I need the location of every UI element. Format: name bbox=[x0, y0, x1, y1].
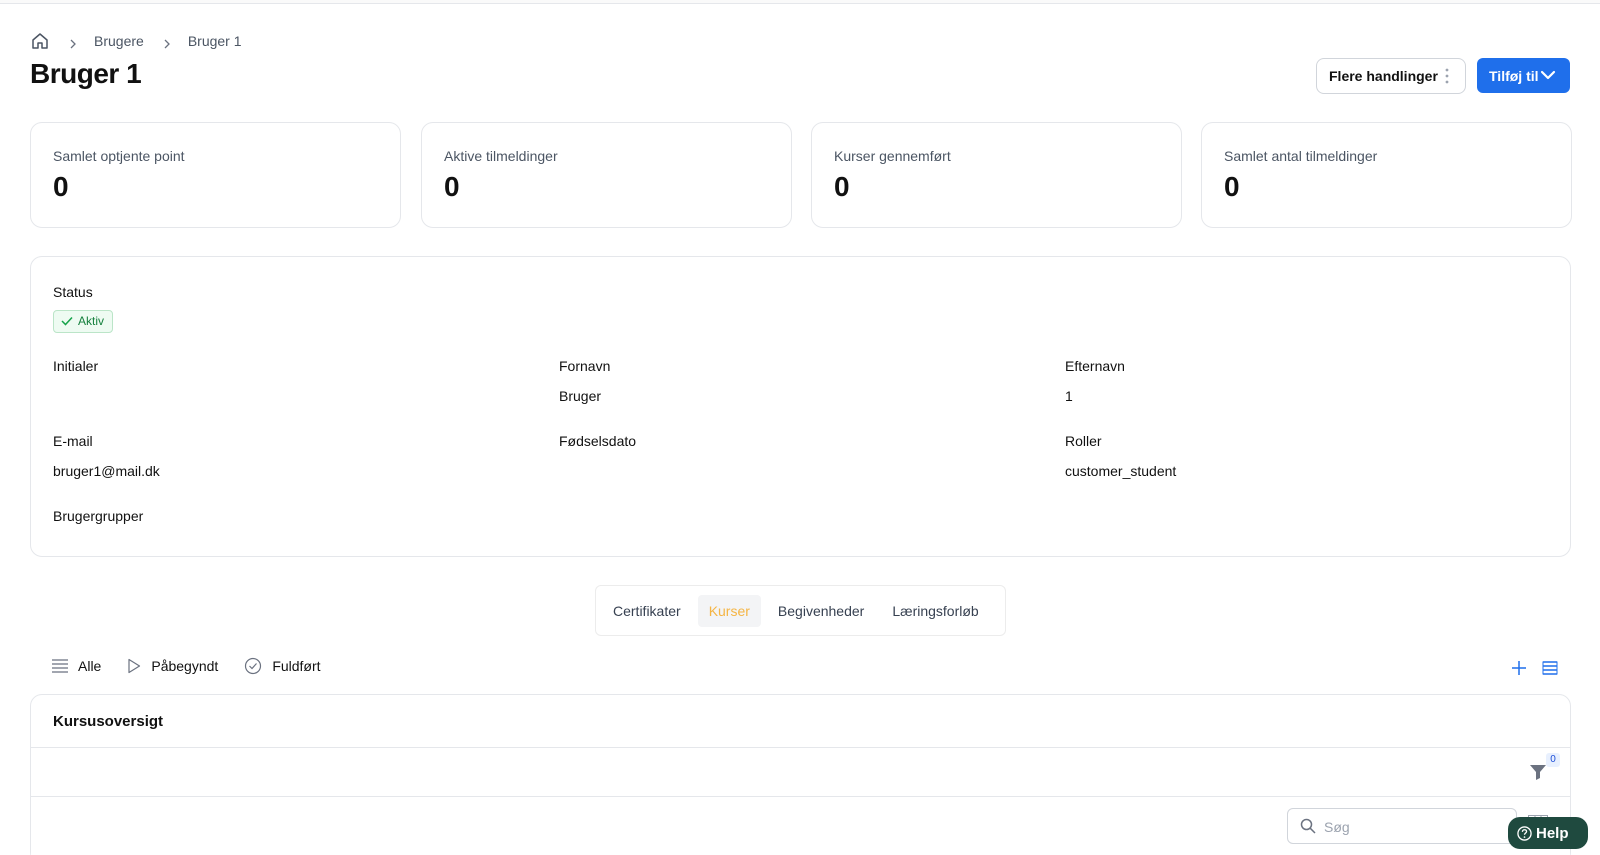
search-field[interactable] bbox=[1287, 808, 1517, 844]
help-label: Help bbox=[1536, 824, 1569, 842]
play-icon bbox=[128, 658, 141, 674]
stat-card-courses-completed: Kurser gennemført 0 bbox=[811, 122, 1182, 228]
roles-value: customer_student bbox=[1065, 463, 1177, 479]
filter-completed[interactable]: Fuldført bbox=[244, 657, 321, 675]
chevron-down-icon bbox=[1540, 70, 1556, 80]
stat-card-total-points: Samlet optjente point 0 bbox=[30, 122, 401, 228]
more-vertical-icon bbox=[1445, 68, 1449, 84]
email-label: E-mail bbox=[53, 433, 93, 449]
chevron-right-icon bbox=[162, 36, 172, 49]
tab-bar: Certifikater Kurser Begivenheder Lærings… bbox=[595, 585, 1006, 636]
stat-value: 0 bbox=[53, 171, 69, 202]
stat-value: 0 bbox=[444, 171, 460, 202]
search-toolbar bbox=[31, 796, 1570, 855]
tab-learning-paths[interactable]: Læringsforløb bbox=[881, 595, 989, 627]
breadcrumb: Brugere Bruger 1 bbox=[30, 31, 242, 51]
add-to-button[interactable]: Tilføj til bbox=[1477, 58, 1570, 93]
more-actions-label: Flere handlinger bbox=[1329, 68, 1438, 84]
table-view-icon[interactable] bbox=[1542, 660, 1558, 676]
stat-label: Kurser gennemført bbox=[834, 148, 951, 164]
user-details-card: Status Aktiv Initialer Fornavn Bruger Ef… bbox=[30, 256, 1571, 557]
birthdate-label: Fødselsdato bbox=[559, 433, 637, 449]
top-border bbox=[0, 0, 1600, 4]
stat-label: Samlet antal tilmeldinger bbox=[1224, 148, 1378, 164]
initials-label: Initialer bbox=[53, 358, 99, 374]
filter-started[interactable]: Påbegyndt bbox=[127, 658, 218, 674]
filter-all-label: Alle bbox=[78, 658, 102, 674]
roles-label: Roller bbox=[1065, 433, 1102, 449]
lastname-label: Efternavn bbox=[1065, 358, 1125, 374]
stat-value: 0 bbox=[1224, 171, 1240, 202]
tab-courses[interactable]: Kurser bbox=[697, 594, 761, 627]
firstname-label: Fornavn bbox=[559, 358, 611, 374]
help-button[interactable]: Help bbox=[1508, 817, 1588, 849]
filter-funnel-icon[interactable] bbox=[1529, 763, 1547, 781]
stat-label: Aktive tilmeldinger bbox=[444, 148, 558, 164]
help-circle-icon bbox=[1517, 825, 1532, 841]
stat-label: Samlet optjente point bbox=[53, 148, 185, 164]
page-title: Bruger 1 bbox=[30, 58, 142, 89]
email-value: bruger1@mail.dk bbox=[53, 463, 160, 479]
add-to-label: Tilføj til bbox=[1489, 67, 1539, 84]
course-filter-row: Alle Påbegyndt Fuldført bbox=[52, 657, 347, 675]
usergroups-label: Brugergrupper bbox=[53, 508, 144, 524]
filter-started-label: Påbegyndt bbox=[151, 658, 219, 674]
course-overview-title: Kursusoversigt bbox=[53, 713, 164, 730]
more-actions-button[interactable]: Flere handlinger bbox=[1316, 58, 1466, 94]
breadcrumb-item-current: Bruger 1 bbox=[187, 33, 242, 49]
stat-value: 0 bbox=[834, 171, 850, 202]
plus-icon[interactable] bbox=[1512, 661, 1526, 675]
home-icon[interactable] bbox=[30, 31, 50, 51]
filter-completed-label: Fuldført bbox=[272, 658, 321, 674]
firstname-value: Bruger bbox=[559, 388, 602, 404]
list-icon bbox=[52, 659, 68, 673]
chevron-right-icon bbox=[68, 36, 78, 49]
search-input[interactable] bbox=[1324, 817, 1504, 837]
search-icon bbox=[1300, 818, 1316, 834]
tab-events[interactable]: Begivenheder bbox=[767, 595, 875, 627]
status-badge: Aktiv bbox=[53, 310, 114, 333]
course-list-actions bbox=[1496, 660, 1558, 676]
lastname-value: 1 bbox=[1065, 388, 1073, 404]
breadcrumb-item-users[interactable]: Brugere bbox=[94, 33, 144, 49]
status-label: Status bbox=[53, 284, 93, 300]
status-badge-text: Aktiv bbox=[78, 314, 105, 328]
filter-count-badge: 0 bbox=[1546, 753, 1560, 767]
filter-toolbar: 0 bbox=[31, 747, 1570, 796]
check-icon bbox=[61, 316, 73, 326]
stat-card-total-enrollments: Samlet antal tilmeldinger 0 bbox=[1201, 122, 1572, 228]
tab-certificates[interactable]: Certifikater bbox=[602, 595, 692, 627]
check-circle-icon bbox=[245, 657, 262, 675]
filter-all[interactable]: Alle bbox=[52, 658, 101, 674]
course-overview-card: Kursusoversigt 0 bbox=[30, 694, 1571, 855]
stat-card-active-enrollments: Aktive tilmeldinger 0 bbox=[421, 122, 792, 228]
